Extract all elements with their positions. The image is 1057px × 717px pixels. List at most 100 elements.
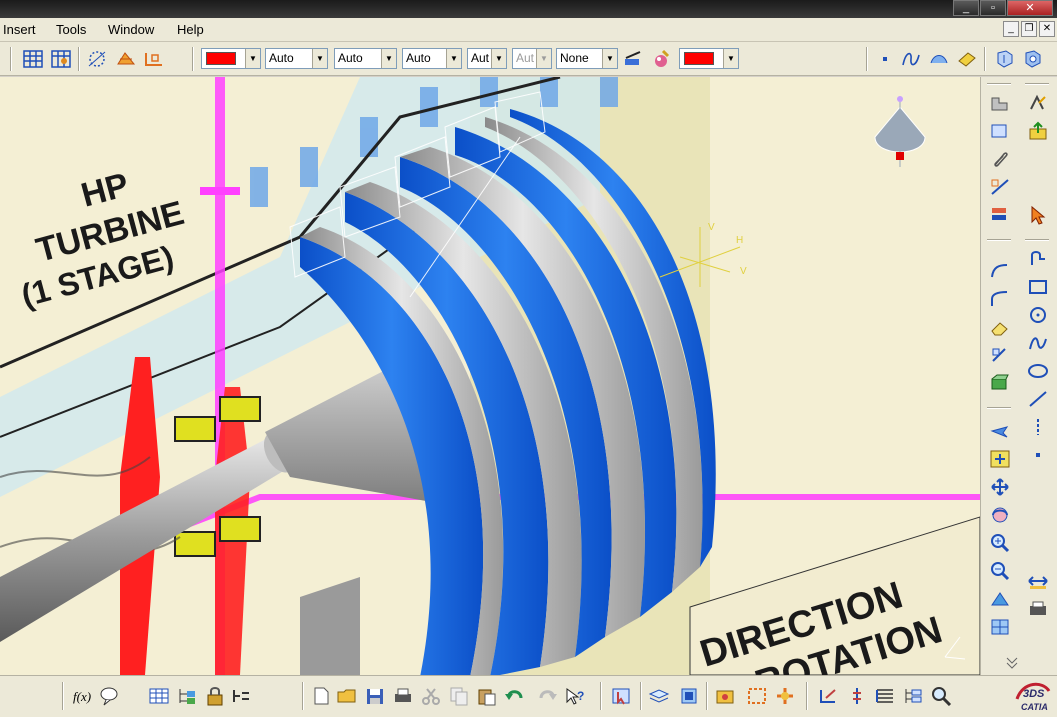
- profile-icon[interactable]: [989, 93, 1011, 113]
- rectangle-profile-icon[interactable]: [989, 121, 1011, 141]
- layer-combo[interactable]: None ▼: [556, 48, 618, 69]
- axis-icon[interactable]: [1027, 417, 1049, 437]
- manipulation-icon[interactable]: [774, 686, 796, 706]
- fit-all-icon[interactable]: [989, 449, 1011, 469]
- mdi-restore-button[interactable]: ❐: [1021, 21, 1037, 37]
- dimensional-constraints-icon[interactable]: [143, 49, 165, 69]
- graphic-properties-toolbar: ▼ Auto ▼ Auto ▼ Auto ▼ Aut ▼ Aut ▼ None …: [0, 42, 1057, 76]
- new-file-icon[interactable]: [310, 686, 332, 706]
- 3d-viewport[interactable]: HP TURBINE (1 STAGE) DIRECTION ROTATION: [0, 77, 980, 675]
- export-icon[interactable]: [1027, 121, 1049, 141]
- catalog-browser-icon[interactable]: [714, 686, 736, 706]
- stack-tool-icon[interactable]: [989, 205, 1011, 225]
- point-tool-icon[interactable]: [1027, 445, 1049, 465]
- equation-icon[interactable]: [230, 686, 252, 706]
- maximize-window-button[interactable]: ▫: [980, 0, 1006, 16]
- minimize-window-button[interactable]: _: [953, 0, 979, 16]
- spline-icon[interactable]: [900, 49, 922, 69]
- corner-icon[interactable]: [989, 289, 1011, 309]
- standard-toolbar: f(x) ? 3DS CATIA: [0, 675, 1057, 717]
- toolbar-separator: [1025, 239, 1049, 241]
- transparency-combo[interactable]: Auto ▼: [265, 48, 328, 69]
- menu-window[interactable]: Window: [108, 22, 154, 37]
- format-painter-icon[interactable]: [622, 49, 644, 69]
- rotate-icon[interactable]: [989, 505, 1011, 525]
- toolbar-separator: [192, 47, 194, 71]
- menu-help[interactable]: Help: [177, 22, 204, 37]
- measure-icon[interactable]: [1027, 571, 1049, 591]
- close-window-button[interactable]: ✕: [1007, 0, 1053, 16]
- menu-insert[interactable]: Insert: [3, 22, 36, 37]
- redo-icon[interactable]: [536, 686, 558, 706]
- 3d-geometry-icon[interactable]: [989, 373, 1011, 393]
- scene-canvas[interactable]: HP TURBINE (1 STAGE) DIRECTION ROTATION: [0, 77, 980, 675]
- exit-workbench-icon[interactable]: [994, 49, 1016, 69]
- arc-icon[interactable]: [989, 261, 1011, 281]
- constraint-icon[interactable]: [818, 686, 840, 706]
- layers-icon[interactable]: [648, 686, 670, 706]
- linetype-combo[interactable]: Auto ▼: [402, 48, 462, 69]
- rectangle-icon[interactable]: [1027, 277, 1049, 297]
- cut-icon[interactable]: [420, 686, 442, 706]
- geometrical-constraints-icon[interactable]: [115, 49, 137, 69]
- line-tool-icon[interactable]: [989, 177, 1011, 197]
- copy-icon[interactable]: [448, 686, 470, 706]
- point-icon[interactable]: [874, 49, 896, 69]
- 3ds-logo-icon: 3DS: [1015, 682, 1051, 700]
- fill-color-combo[interactable]: ▼: [201, 48, 261, 69]
- apply-material-icon[interactable]: [650, 49, 672, 69]
- toolbar-separator: [706, 682, 708, 710]
- spline-tool-icon[interactable]: [1027, 333, 1049, 353]
- transform-icon[interactable]: [989, 345, 1011, 365]
- sketch-tools-icon[interactable]: [956, 49, 978, 69]
- save-icon[interactable]: [364, 686, 386, 706]
- printer-icon[interactable]: [1027, 599, 1049, 619]
- normal-view-icon[interactable]: [989, 589, 1011, 609]
- menu-tools[interactable]: Tools: [56, 22, 86, 37]
- toolbar-separator: [1025, 83, 1049, 85]
- pan-icon[interactable]: [989, 477, 1011, 497]
- open-folder-icon[interactable]: [336, 686, 358, 706]
- search-icon[interactable]: [930, 686, 952, 706]
- eraser-icon[interactable]: [989, 317, 1011, 337]
- part-body-icon[interactable]: [1022, 49, 1044, 69]
- tree-icon[interactable]: [176, 686, 198, 706]
- undo-icon[interactable]: [504, 686, 526, 706]
- select-set-icon[interactable]: [610, 686, 632, 706]
- lock-icon[interactable]: [204, 686, 226, 706]
- surface-icon[interactable]: [928, 49, 950, 69]
- toolbar-separator: [866, 47, 868, 71]
- snap-grid-icon[interactable]: [50, 49, 72, 69]
- spec-tree-icon[interactable]: [902, 686, 924, 706]
- line-color-combo[interactable]: ▼: [679, 48, 739, 69]
- ellipse-icon[interactable]: [1027, 361, 1049, 381]
- list-view-icon[interactable]: [874, 686, 896, 706]
- mdi-minimize-button[interactable]: _: [1003, 21, 1019, 37]
- sketch-analysis-icon[interactable]: [1027, 93, 1049, 113]
- line-icon[interactable]: [1027, 389, 1049, 409]
- grid-icon[interactable]: [22, 49, 44, 69]
- magenta-bracket: [200, 187, 240, 195]
- paperclip-icon[interactable]: [989, 149, 1011, 169]
- equal-constraint-icon[interactable]: [846, 686, 868, 706]
- point-type-combo[interactable]: Aut ▼: [467, 48, 507, 69]
- zoom-in-icon[interactable]: [989, 533, 1011, 553]
- design-table-icon[interactable]: [148, 686, 170, 706]
- knowledge-advisor-icon[interactable]: [98, 686, 120, 706]
- hide-show-icon[interactable]: [678, 686, 700, 706]
- line-thickness-combo[interactable]: Auto ▼: [334, 48, 397, 69]
- formula-icon[interactable]: f(x): [72, 686, 94, 706]
- profile-tool-icon[interactable]: [1027, 249, 1049, 269]
- select-arrow-icon[interactable]: [1027, 205, 1049, 225]
- construction-element-icon[interactable]: [86, 49, 108, 69]
- help-pointer-icon[interactable]: ?: [564, 686, 586, 706]
- zoom-out-icon[interactable]: [989, 561, 1011, 581]
- multi-view-icon[interactable]: [989, 617, 1011, 637]
- swap-visible-space-icon[interactable]: [746, 686, 768, 706]
- print-icon[interactable]: [392, 686, 414, 706]
- paste-icon[interactable]: [476, 686, 498, 706]
- circle-icon[interactable]: [1027, 305, 1049, 325]
- fly-icon[interactable]: [989, 421, 1011, 441]
- chevron-down-icon[interactable]: [1001, 652, 1023, 672]
- mdi-close-button[interactable]: ✕: [1039, 21, 1055, 37]
